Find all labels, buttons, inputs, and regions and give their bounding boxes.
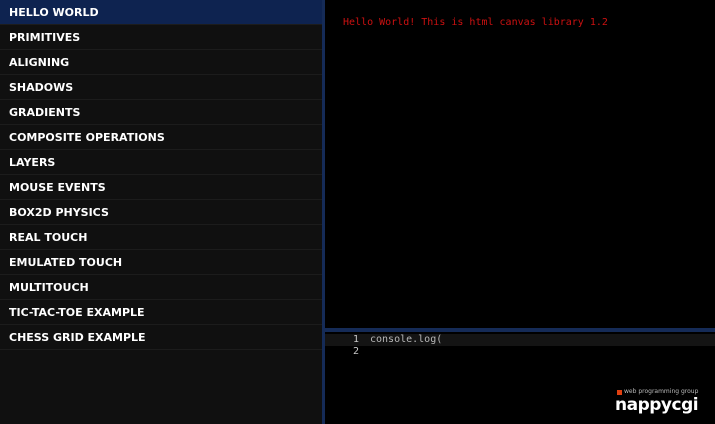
logo-wordmark: nappycgi	[615, 395, 699, 415]
sidebar-item-primitives[interactable]: PRIMITIVES	[0, 25, 322, 50]
logo-tagline: web programming group	[624, 388, 699, 395]
sidebar-item-mouse-events[interactable]: MOUSE EVENTS	[0, 175, 322, 200]
sidebar-item-aligning[interactable]: ALIGNING	[0, 50, 322, 75]
sidebar-item-box2d-physics[interactable]: BOX2D PHYSICS	[0, 200, 322, 225]
code-line[interactable]: 2	[325, 346, 715, 358]
sidebar-menu: HELLO WORLD PRIMITIVES ALIGNING SHADOWS GRAD…	[0, 0, 322, 350]
sidebar-item-composite-operations[interactable]: COMPOSITE OPERATIONS	[0, 125, 322, 150]
canvas-output-text: Hello World! This is html canvas library…	[343, 17, 608, 28]
sidebar-item-gradients[interactable]: GRADIENTS	[0, 100, 322, 125]
sidebar-item-chess-grid-example[interactable]: CHESS GRID EXAMPLE	[0, 325, 322, 350]
sidebar-item-layers[interactable]: LAYERS	[0, 150, 322, 175]
happycgi-logo: web programming group nappycgi	[615, 388, 707, 415]
sidebar-item-hello-world[interactable]: HELLO WORLD	[0, 0, 322, 25]
line-code: console.log(	[370, 334, 443, 345]
line-number: 2	[352, 346, 359, 357]
canvas-output[interactable]: Hello World! This is html canvas library…	[325, 0, 715, 328]
sidebar-item-shadows[interactable]: SHADOWS	[0, 75, 322, 100]
sidebar-item-multitouch[interactable]: MULTITOUCH	[0, 275, 322, 300]
line-number: 1	[352, 334, 359, 345]
code-line[interactable]: 1 console.log(	[325, 334, 715, 346]
sidebar-item-tic-tac-toe-example[interactable]: TIC-TAC-TOE EXAMPLE	[0, 300, 322, 325]
sidebar-item-emulated-touch[interactable]: EMULATED TOUCH	[0, 250, 322, 275]
app-window: HELLO WORLD PRIMITIVES ALIGNING SHADOWS GRAD…	[0, 0, 715, 424]
code-editor[interactable]: 1 console.log( 2 web programming group nap…	[325, 332, 715, 424]
sidebar: HELLO WORLD PRIMITIVES ALIGNING SHADOWS GRAD…	[0, 0, 325, 424]
code-lines: 1 console.log( 2	[325, 332, 715, 358]
sidebar-item-real-touch[interactable]: REAL TOUCH	[0, 225, 322, 250]
